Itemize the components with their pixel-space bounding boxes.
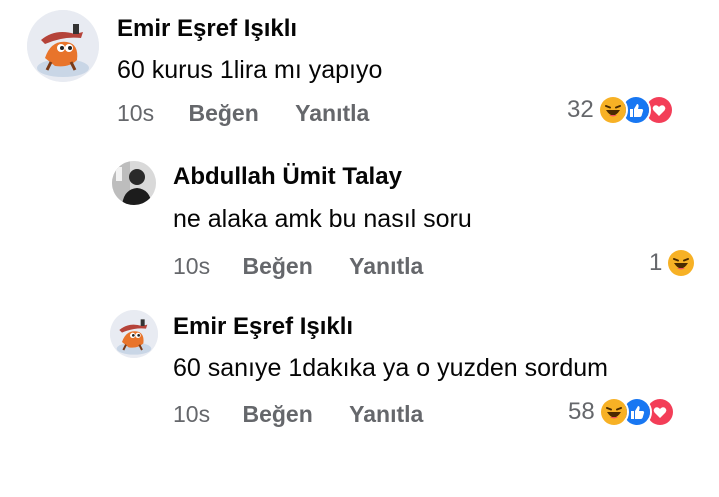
reaction-count: 1	[649, 249, 663, 276]
reaction-count: 32	[567, 96, 594, 123]
comment-time[interactable]: 10s	[173, 401, 210, 428]
avatar[interactable]	[110, 310, 158, 358]
haha-reaction-icon	[598, 397, 629, 427]
comment-author[interactable]: Abdullah Ümit Talay	[173, 163, 402, 191]
comment-author[interactable]: Emir Eşref Işıklı	[117, 15, 297, 43]
comment-actions: 10s Beğen Yanıtla	[173, 401, 423, 428]
reaction-summary[interactable]: 1	[649, 248, 697, 278]
reply-button[interactable]: Yanıtla	[349, 401, 423, 428]
comment-time[interactable]: 10s	[117, 100, 154, 127]
avatar-cartoon-icon	[110, 310, 158, 358]
reply-button[interactable]: Yanıtla	[349, 253, 423, 280]
reaction-count: 58	[568, 398, 595, 425]
like-button[interactable]: Beğen	[242, 253, 312, 280]
like-button[interactable]: Beğen	[242, 401, 312, 428]
comment-time[interactable]: 10s	[173, 253, 210, 280]
like-button[interactable]: Beğen	[188, 100, 258, 127]
reaction-summary[interactable]: 58	[568, 397, 675, 427]
reply-button[interactable]: Yanıtla	[295, 100, 369, 127]
haha-reaction-icon	[666, 248, 697, 278]
avatar-cartoon-icon	[27, 10, 99, 82]
comment-actions: 10s Beğen Yanıtla	[173, 253, 423, 280]
comment-text: 60 sanıye 1dakıka ya o yuzden sordum	[173, 354, 608, 382]
haha-reaction-icon	[597, 95, 628, 125]
reaction-summary[interactable]: 32	[567, 95, 674, 125]
comment-text: 60 kurus 1lira mı yapıyo	[117, 56, 383, 84]
avatar-photo-icon	[112, 161, 156, 205]
avatar[interactable]	[27, 10, 99, 82]
comment-text: ne alaka amk bu nasıl soru	[173, 205, 472, 233]
avatar[interactable]	[112, 161, 156, 205]
comment-author[interactable]: Emir Eşref Işıklı	[173, 313, 353, 341]
comment-actions: 10s Beğen Yanıtla	[117, 100, 369, 127]
